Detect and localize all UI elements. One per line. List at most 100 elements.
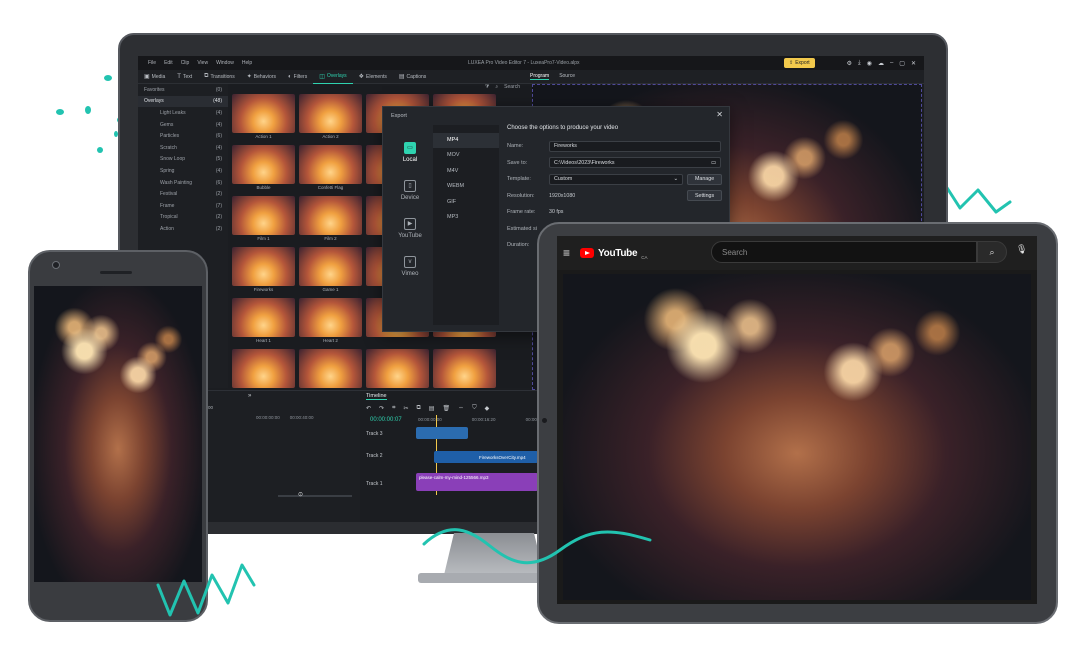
- tab-captions[interactable]: ▤ Captions: [393, 70, 432, 84]
- tab-text[interactable]: T Text: [171, 70, 198, 84]
- youtube-region: CA: [641, 254, 648, 260]
- youtube-logo[interactable]: YouTube CA: [580, 247, 647, 260]
- tab-media[interactable]: ▣ Media: [138, 70, 171, 84]
- folder-icon[interactable]: ▭: [711, 160, 716, 166]
- name-field[interactable]: Fireworks: [549, 140, 721, 152]
- category-tropical[interactable]: Tropical (2): [138, 212, 228, 224]
- tab-transitions[interactable]: ⧉ Transitions: [198, 70, 241, 84]
- share-icon[interactable]: ◉: [867, 60, 872, 67]
- tab-program[interactable]: Program: [530, 73, 550, 80]
- youtube-search-button[interactable]: ⌕: [977, 241, 1007, 263]
- thumbnail-action-1[interactable]: Action 1: [232, 94, 295, 141]
- format-webm[interactable]: WEBM: [433, 179, 499, 194]
- menu-bar: File Edit Clip View Window Help LUXEA Pr…: [138, 56, 924, 70]
- menu-file[interactable]: File: [148, 60, 156, 66]
- category-frame[interactable]: Frame (7): [138, 200, 228, 212]
- track-3-clip[interactable]: [416, 427, 468, 439]
- tab-overlays[interactable]: ◫ Overlays: [313, 70, 353, 84]
- hamburger-menu-icon[interactable]: ≡: [563, 246, 570, 260]
- menu-view[interactable]: View: [197, 60, 208, 66]
- delete-icon[interactable]: 🗑: [442, 405, 450, 412]
- crop-icon[interactable]: ⌗: [392, 405, 395, 412]
- template-label: Template:: [507, 176, 531, 183]
- download-icon[interactable]: ⤓: [858, 60, 861, 67]
- track-2-clip[interactable]: FireworksOverCity.mp4: [434, 451, 538, 463]
- tab-behaviors[interactable]: ✦ Behaviors: [241, 70, 282, 84]
- copy-icon[interactable]: ⧉: [416, 405, 420, 412]
- dialog-close-icon[interactable]: ✕: [716, 110, 723, 119]
- paste-icon[interactable]: ▤: [429, 405, 435, 412]
- category-action[interactable]: Action (2): [138, 223, 228, 235]
- target-local[interactable]: ▭ Local: [391, 133, 429, 171]
- tab-timeline[interactable]: Timeline: [366, 393, 387, 400]
- thumbnail-film-1[interactable]: Film 1: [232, 196, 295, 243]
- close-icon[interactable]: ✕: [911, 60, 916, 67]
- manage-button[interactable]: Manage: [687, 173, 723, 185]
- format-mov[interactable]: MOV: [433, 148, 499, 163]
- minimize-icon[interactable]: –: [890, 60, 893, 67]
- template-select[interactable]: Custom ⌄: [549, 173, 683, 185]
- thumbnail-action-2[interactable]: Action 2: [299, 94, 362, 141]
- cloud-icon[interactable]: ☁: [878, 60, 884, 67]
- target-vimeo[interactable]: v Vimeo: [391, 247, 429, 285]
- format-mp4[interactable]: MP4: [433, 133, 499, 149]
- category-festival[interactable]: Festival (2): [138, 188, 228, 200]
- tab-filters[interactable]: ◐ Filters: [282, 70, 313, 84]
- target-youtube[interactable]: ▶ YouTube: [391, 209, 429, 247]
- format-gif[interactable]: GIF: [433, 195, 499, 210]
- settings-button[interactable]: Settings: [687, 190, 723, 202]
- category-spring[interactable]: Spring (4): [138, 165, 228, 177]
- menu-window[interactable]: Window: [216, 60, 234, 66]
- category-favorites[interactable]: Favorites (0): [138, 84, 228, 96]
- thumbnail-24[interactable]: [433, 349, 496, 396]
- thumbnail-21[interactable]: [232, 349, 295, 396]
- zoom-handle-icon[interactable]: ⊙: [298, 491, 303, 498]
- marker-icon[interactable]: ◆: [485, 405, 490, 412]
- trim-icon[interactable]: ⇔: [458, 405, 464, 412]
- menu-help[interactable]: Help: [242, 60, 252, 66]
- split-icon[interactable]: ✂: [403, 405, 408, 412]
- category-gems[interactable]: Gems (4): [138, 119, 228, 131]
- category-light-leaks[interactable]: Light Leaks (4): [138, 107, 228, 119]
- settings-icon[interactable]: ⚙: [847, 60, 852, 67]
- track-1-audio-clip[interactable]: please-calm-my-mind-125566.mp3: [416, 473, 538, 491]
- thumbnail-heart-2[interactable]: Heart 2: [299, 298, 362, 345]
- category-scratch[interactable]: Scratch (4): [138, 142, 228, 154]
- search-icon[interactable]: ⌕: [495, 84, 498, 94]
- zoom-slider[interactable]: [278, 495, 352, 497]
- redo-icon[interactable]: ↷: [379, 405, 384, 412]
- thumbnail-heart-1[interactable]: Heart 1: [232, 298, 295, 345]
- category-overlays[interactable]: Overlays (48): [138, 95, 228, 108]
- menu-edit[interactable]: Edit: [164, 60, 173, 66]
- library-search[interactable]: Search: [504, 84, 520, 94]
- expand-icon[interactable]: »: [248, 393, 251, 399]
- maximize-icon[interactable]: ▢: [899, 60, 905, 67]
- thumbnail-22[interactable]: [299, 349, 362, 396]
- shield-icon[interactable]: ⛉: [472, 405, 477, 412]
- save-to-field[interactable]: C:\Videos\2023\Fireworks ▭: [549, 157, 721, 169]
- thumbnail-confetti-flag[interactable]: Confetti Flag: [299, 145, 362, 192]
- thumbnail-game-1[interactable]: Game 1: [299, 247, 362, 294]
- thumbnail-fireworks[interactable]: Fireworks: [232, 247, 295, 294]
- target-device[interactable]: ▯ Device: [391, 171, 429, 209]
- category-particles[interactable]: Particles (6): [138, 130, 228, 142]
- thumbnail-film-2[interactable]: Film 2: [299, 196, 362, 243]
- category-snow-loop[interactable]: Snow Loop (5): [138, 154, 228, 166]
- thumbnail-bubble[interactable]: Bubble: [232, 145, 295, 192]
- left-ruler-start: 00: [208, 405, 214, 410]
- tab-source[interactable]: Source: [559, 73, 575, 80]
- menu-clip[interactable]: Clip: [181, 60, 190, 66]
- export-button[interactable]: ⇪ Export: [784, 58, 815, 68]
- youtube-search-input[interactable]: Search: [711, 241, 977, 263]
- category-wash-painting[interactable]: Wash Painting (6): [138, 177, 228, 189]
- phone-video[interactable]: [34, 286, 202, 582]
- youtube-page: ≡ YouTube CA Search ⌕ 🎙: [557, 236, 1037, 604]
- youtube-video-player[interactable]: [563, 274, 1031, 600]
- format-m4v[interactable]: M4V: [433, 164, 499, 179]
- format-mp3[interactable]: MP3: [433, 210, 499, 225]
- thumbnail-23[interactable]: [366, 349, 429, 396]
- microphone-icon[interactable]: 🎙: [1016, 244, 1027, 255]
- filter-icon[interactable]: ⧩: [485, 84, 489, 94]
- tab-elements[interactable]: ❖ Elements: [353, 70, 393, 84]
- undo-icon[interactable]: ↶: [366, 405, 371, 412]
